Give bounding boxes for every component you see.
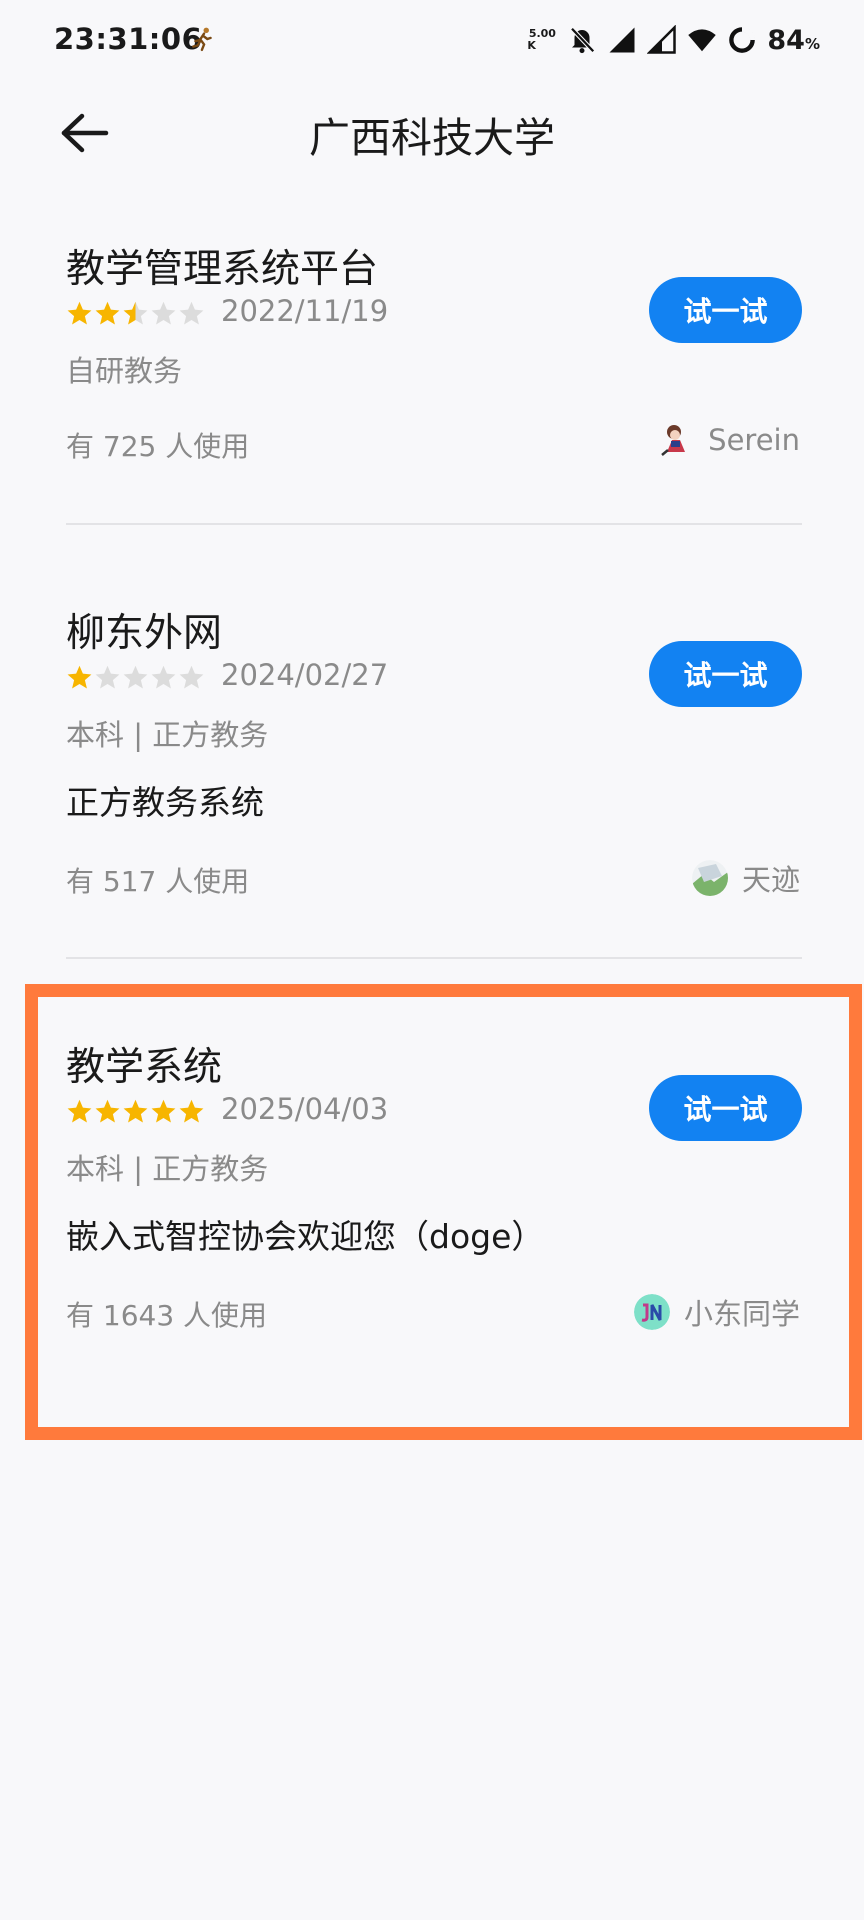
list-item: 柳东外网 2024/02/27 本科 | 正方教务 正方教务系统 有 517 人…	[0, 594, 864, 954]
running-man-icon	[192, 27, 212, 52]
highlight-frame	[25, 984, 862, 1440]
rating-stars	[66, 664, 205, 691]
avatar	[661, 425, 686, 456]
signal-icon	[609, 27, 635, 53]
star-icon	[67, 301, 92, 325]
usage-count: 有 517 人使用	[66, 865, 250, 898]
battery-ring-icon	[729, 26, 756, 53]
net-speed: 5.00 K	[527, 27, 556, 52]
status-bar: 23:31:06 5.00 K 84%	[0, 0, 864, 82]
star-icon	[95, 301, 120, 325]
item-date: 2022/11/19	[221, 294, 389, 328]
item-description: 正方教务系统	[66, 783, 264, 822]
item-title: 教学管理系统平台	[66, 247, 379, 292]
rating-stars	[66, 300, 205, 327]
star-icon	[151, 301, 176, 325]
try-button[interactable]: 试一试	[649, 641, 802, 707]
divider	[66, 523, 802, 525]
top-bar: 广西科技大学	[0, 82, 864, 182]
item-tags: 自研教务	[66, 354, 183, 388]
star-icon	[123, 301, 148, 325]
avatar	[691, 860, 728, 896]
list-item: 教学管理系统平台 2022/11/19 自研教务 有 725 人使用 Serei…	[0, 230, 864, 525]
star-icon	[179, 665, 204, 689]
signal-weak-icon	[647, 25, 677, 54]
wifi-icon	[688, 29, 717, 52]
item-title: 柳东外网	[66, 611, 223, 656]
author: Serein	[658, 422, 800, 458]
divider	[66, 957, 802, 959]
author-name: 天迹	[741, 863, 800, 897]
star-icon	[95, 665, 120, 689]
item-date: 2024/02/27	[221, 658, 389, 692]
mute-bell-icon	[570, 27, 596, 54]
author-name: Serein	[708, 423, 800, 457]
star-icon	[151, 665, 176, 689]
star-icon	[67, 665, 92, 689]
try-button[interactable]: 试一试	[649, 277, 802, 343]
page-title: 广西科技大学	[309, 114, 555, 162]
status-time: 23:31:06	[54, 22, 203, 56]
battery-percent: 84%	[767, 24, 820, 56]
author: 天迹	[691, 857, 800, 899]
usage-count: 有 725 人使用	[66, 430, 250, 463]
item-tags: 本科 | 正方教务	[66, 718, 269, 752]
star-icon	[179, 301, 204, 325]
star-icon	[123, 665, 148, 689]
